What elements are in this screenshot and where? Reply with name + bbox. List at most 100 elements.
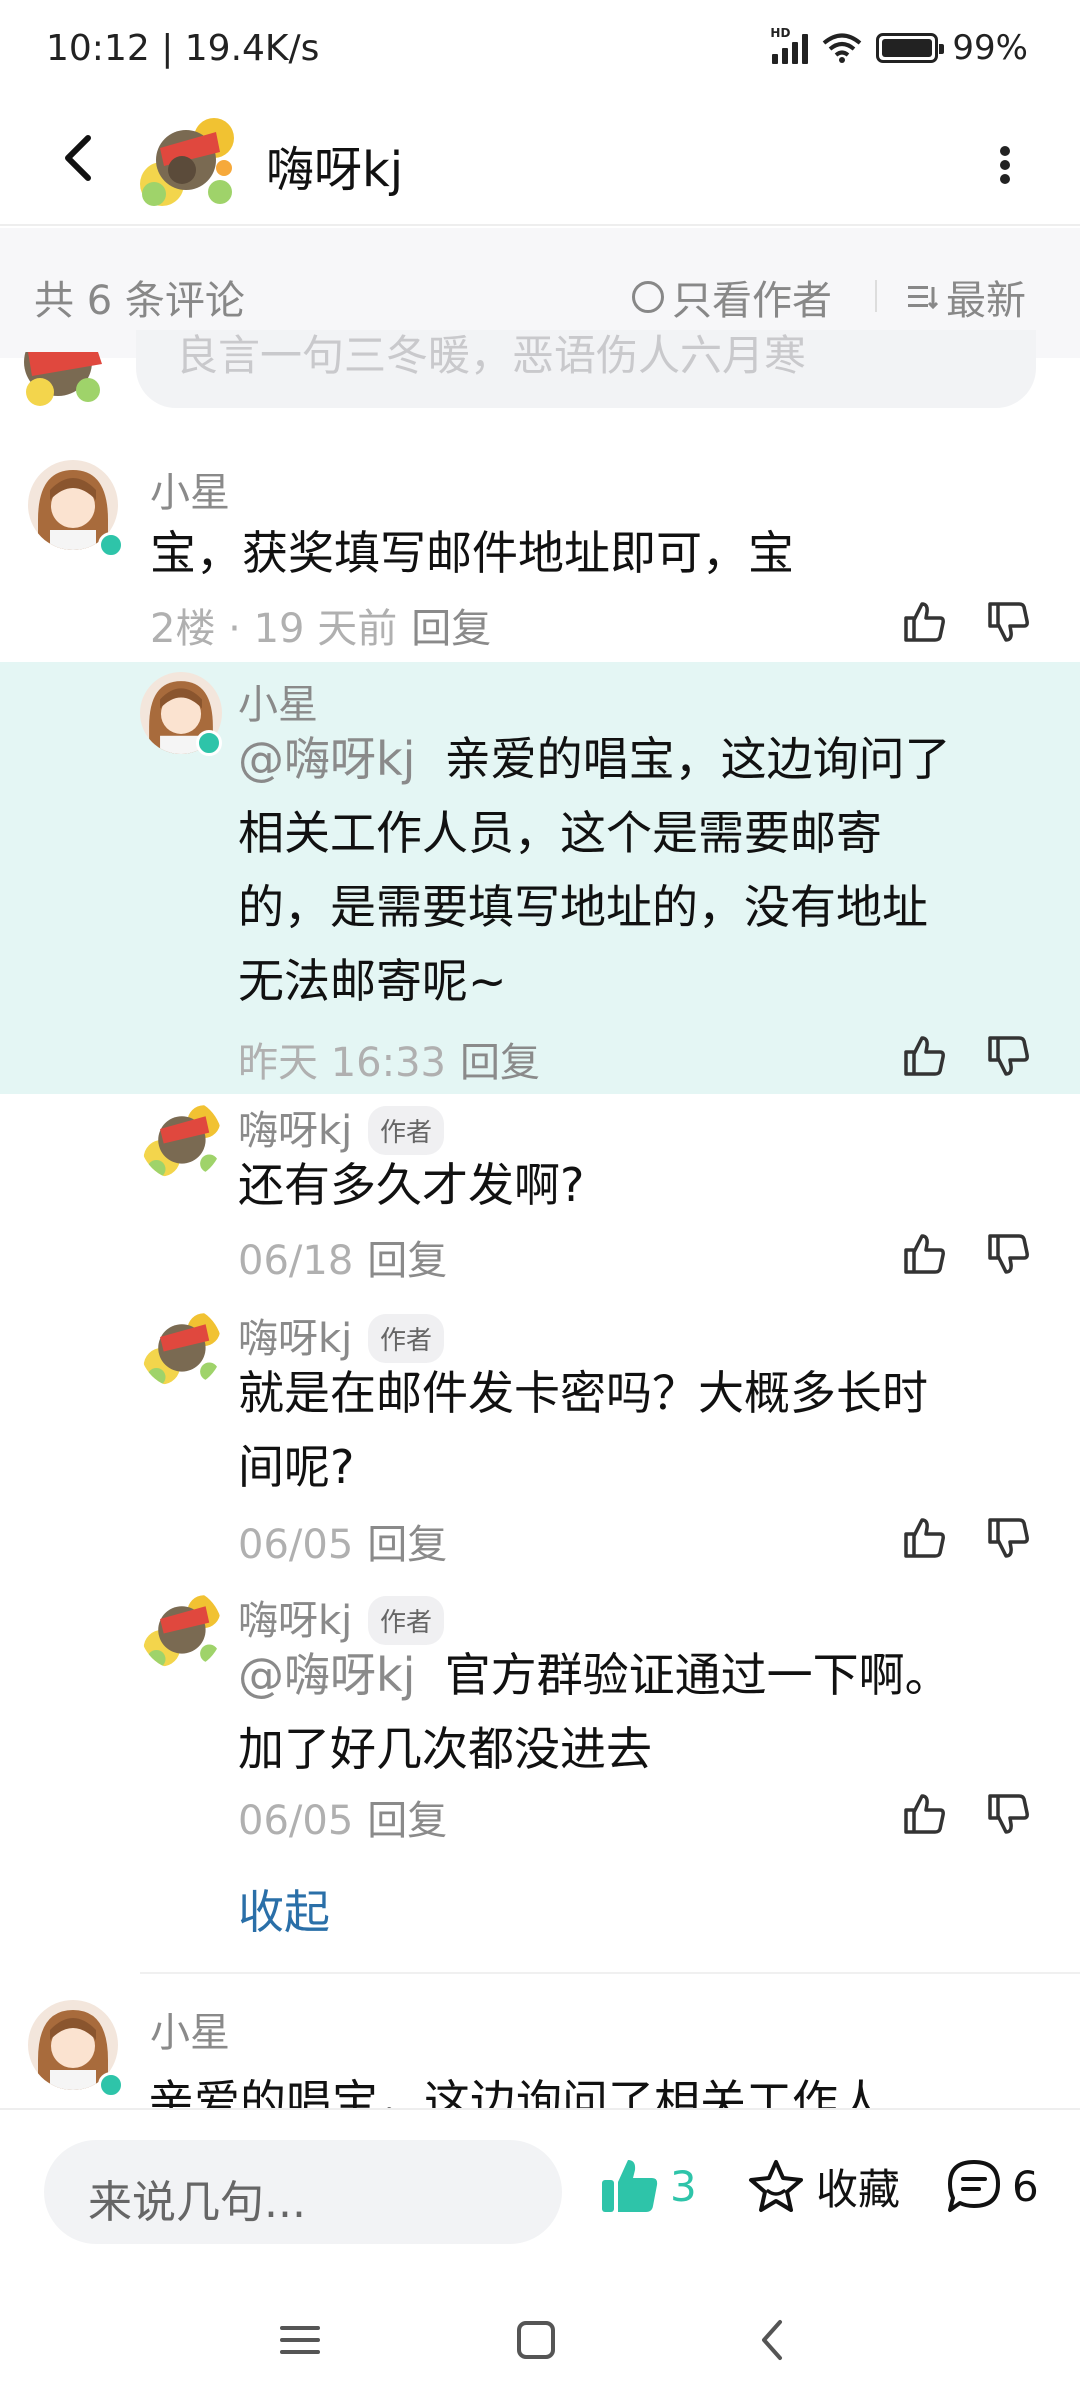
only-author-toggle[interactable]: 只看作者 [632, 268, 832, 326]
reply-line: @嗨呀kj 亲爱的唱宝，这边询问了 [238, 722, 1028, 796]
reply-text: @嗨呀kj 亲爱的唱宝，这边询问了 相关工作人员，这个是需要邮寄 的，是需要填写… [238, 722, 1028, 1018]
hd-label: HD [770, 26, 791, 40]
favorite-button[interactable]: 收藏 [746, 2156, 900, 2217]
reply-meta: 昨天 16:33 回复 [238, 1030, 540, 1088]
comment-username[interactable]: 小星 [150, 2000, 230, 2058]
reply-item: 嗨呀kj 作者 就是在邮件发卡密吗？大概多长时 间呢? 06/05 回复 [0, 1306, 1080, 1576]
battery-icon [876, 33, 945, 63]
user-avatar[interactable] [140, 1588, 222, 1670]
page-title: 嗨呀kj [266, 142, 404, 198]
reply-line: 的，是需要填写地址的，没有地址 [238, 880, 928, 934]
reply-meta: 06/18 回复 [238, 1228, 447, 1286]
thumbs-down-icon[interactable] [984, 1790, 1032, 1838]
thumbs-up-filled-icon [602, 2160, 658, 2212]
comment-text-clipped: 亲爱的唱宝，这边询问了相关工作人 [148, 2068, 1048, 2108]
reply-button[interactable]: 回复 [367, 1238, 447, 1284]
reply-button[interactable]: 回复 [367, 1522, 447, 1568]
reply-meta: 06/05 回复 [238, 1512, 447, 1570]
reply-text: @嗨呀kj 官方群验证通过一下啊。 加了好几次都没进去 [238, 1638, 951, 1786]
back-chevron-icon[interactable] [744, 2310, 804, 2370]
previous-comment-bubble: 良言一句三冬暖，恶语伤人六月寒 [136, 330, 1036, 408]
more-vertical-icon[interactable] [990, 140, 1020, 190]
reply-time: 06/05 [238, 1798, 354, 1844]
comment-item: 小星 宝，获奖填写邮件地址即可，宝 2楼 · 19 天前 回复 [0, 460, 1080, 660]
comments-button[interactable]: 6 [944, 2156, 1039, 2216]
mention-link[interactable]: @嗨呀kj [238, 1648, 415, 1702]
reply-meta: 06/05 回复 [238, 1788, 447, 1846]
only-author-label: 只看作者 [672, 278, 832, 324]
comment-meta: 2楼 · 19 天前 回复 [150, 596, 491, 654]
thumbs-up-icon[interactable] [900, 598, 948, 646]
thumbs-down-icon[interactable] [984, 1514, 1032, 1562]
system-navigation-bar [0, 2280, 1080, 2400]
reply-line: 间呢? [238, 1440, 355, 1494]
comment-bubble-icon [948, 2160, 1000, 2212]
user-avatar[interactable] [18, 352, 118, 408]
comment-text: 宝，获奖填写邮件地址即可，宝 [150, 526, 794, 580]
menu-icon[interactable] [270, 2310, 330, 2370]
comment-count: 共 6 条评论 [34, 278, 245, 324]
reply-line: 就是在邮件发卡密吗？大概多长时 [238, 1366, 928, 1420]
sort-button[interactable]: 最新 [908, 268, 1026, 326]
reply-line: 还有多久才发啊? [238, 1158, 585, 1212]
signal-icon: HD [770, 26, 809, 64]
reply-line: 相关工作人员，这个是需要邮寄 [238, 806, 882, 860]
wifi-icon [823, 33, 862, 63]
radio-circle-icon [632, 281, 664, 313]
reply-button[interactable]: 回复 [367, 1798, 447, 1844]
thumbs-up-icon[interactable] [900, 1032, 948, 1080]
post-header: 嗨呀kj [0, 100, 1080, 226]
reply-time: 昨天 16:33 [238, 1040, 446, 1086]
like-count: 3 [670, 2161, 697, 2211]
previous-comment-text: 良言一句三冬暖，恶语伤人六月寒 [176, 331, 807, 380]
favorite-label: 收藏 [816, 2165, 901, 2214]
verified-badge-icon [98, 2072, 124, 2098]
chevron-left-icon[interactable] [50, 128, 110, 188]
status-time: 10:12 | 19.4K/s [46, 28, 320, 69]
reply-time: 06/18 [238, 1238, 354, 1284]
thumbs-down-icon[interactable] [984, 1230, 1032, 1278]
thumbs-down-icon[interactable] [984, 1032, 1032, 1080]
thumbs-down-icon[interactable] [984, 598, 1032, 646]
verified-badge-icon [98, 532, 124, 558]
reply-text: 还有多久才发啊? [238, 1148, 584, 1222]
comment-text: 亲爱的唱宝，这边询问了相关工作人 [148, 2075, 884, 2108]
collapse-replies-button[interactable]: 收起 [238, 1876, 330, 1942]
status-bar: 10:12 | 19.4K/s HD 99% [0, 0, 1080, 100]
reply-button[interactable]: 回复 [411, 606, 491, 652]
user-avatar[interactable] [140, 1306, 222, 1388]
reply-line-text: 官方群验证通过一下啊。 [444, 1648, 951, 1702]
author-avatar[interactable] [134, 108, 240, 214]
reply-line: 无法邮寄呢~ [238, 954, 507, 1008]
thumbs-up-icon[interactable] [900, 1790, 948, 1838]
thumbs-up-icon[interactable] [900, 1514, 948, 1562]
mention-link[interactable]: @嗨呀kj [238, 732, 415, 786]
comment-username[interactable]: 小星 [150, 460, 230, 518]
reply-item: 小星 @嗨呀kj 亲爱的唱宝，这边询问了 相关工作人员，这个是需要邮寄 的，是需… [0, 672, 1080, 1092]
status-icons: HD 99% [770, 26, 1028, 68]
star-icon [749, 2159, 803, 2212]
home-square-icon[interactable] [506, 2310, 566, 2370]
reply-button[interactable]: 回复 [460, 1040, 540, 1086]
divider [140, 1972, 1080, 1974]
bottom-action-bar: 来说几句... 3 收藏 6 [0, 2108, 1080, 2278]
comment-count-label: 6 [1012, 2161, 1039, 2211]
reply-item: 嗨呀kj 作者 @嗨呀kj 官方群验证通过一下啊。 加了好几次都没进去 06/0… [0, 1588, 1080, 1858]
like-button[interactable]: 3 [600, 2156, 697, 2216]
battery-percent: 99% [952, 28, 1028, 68]
reply-line: @嗨呀kj 官方群验证通过一下啊。 [238, 1638, 951, 1712]
reply-item: 嗨呀kj 作者 还有多久才发啊? 06/18 回复 [0, 1098, 1080, 1298]
reply-line-text: 亲爱的唱宝，这边询问了 [444, 732, 951, 786]
comment-time: 2楼 · 19 天前 [150, 606, 398, 652]
reply-line: 加了好几次都没进去 [238, 1722, 652, 1776]
reply-text: 就是在邮件发卡密吗？大概多长时 间呢? [238, 1356, 928, 1504]
comment-input[interactable]: 来说几句... [44, 2140, 562, 2244]
battery-fill [882, 39, 932, 57]
divider [875, 280, 877, 312]
user-avatar[interactable] [140, 1098, 222, 1180]
verified-badge-icon [196, 730, 222, 756]
sort-label: 最新 [946, 278, 1026, 324]
thumbs-up-icon[interactable] [900, 1230, 948, 1278]
sort-icon [908, 286, 938, 310]
comment-input-placeholder: 来说几句... [88, 2177, 306, 2228]
